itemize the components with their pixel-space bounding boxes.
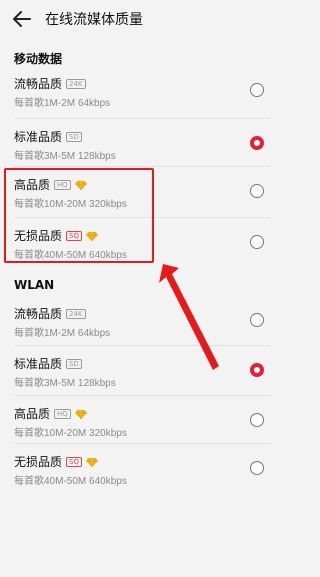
option-row-wlan-smooth[interactable]: 流畅品质 24K 每首歌1M-2M 64kbps [0, 296, 284, 348]
option-desc: 每首歌1M-2M 64kbps [14, 328, 111, 339]
option-title: 标准品质 SD [14, 128, 82, 145]
page-title: 在线流媒体质量 [45, 12, 143, 28]
option-desc: 每首歌3M-5M 128kbps [14, 151, 116, 162]
annotation-arrow-icon [159, 264, 219, 370]
option-title: 高品质 HQ [14, 405, 87, 422]
quality-badge: SD [66, 131, 82, 142]
header: 在线流媒体质量 [0, 0, 284, 38]
quality-badge: 24K [66, 308, 86, 319]
diamond-icon [74, 409, 87, 419]
radio-button-selected[interactable] [250, 363, 264, 377]
option-name: 流畅品质 [14, 307, 63, 321]
option-name: 无损品质 [14, 455, 63, 469]
option-desc: 每首歌1M-2M 64kbps [14, 98, 111, 109]
section-label-wlan: WLAN [14, 278, 55, 292]
option-title: 无损品质 SQ [14, 453, 98, 470]
option-title: 流畅品质 24K [14, 75, 86, 92]
option-row-mobile-standard[interactable]: 标准品质 SD 每首歌3M-5M 128kbps [0, 119, 284, 171]
annotation-highlight-box [4, 168, 154, 263]
option-name: 高品质 [14, 407, 51, 421]
option-name: 标准品质 [14, 357, 63, 371]
section-label-mobile-data: 移动数据 [14, 52, 63, 66]
radio-button[interactable] [250, 235, 264, 249]
radio-button[interactable] [250, 313, 264, 327]
option-name: 流畅品质 [14, 77, 63, 91]
option-row-wlan-lossless[interactable]: 无损品质 SQ 每首歌40M-50M 640kbps [0, 444, 284, 496]
option-title: 标准品质 SD [14, 355, 82, 372]
option-row-wlan-high[interactable]: 高品质 HQ 每首歌10M-20M 320kbps [0, 396, 284, 448]
radio-button-selected[interactable] [250, 136, 264, 150]
diamond-icon [85, 457, 98, 467]
quality-badge: SD [66, 358, 82, 369]
radio-button[interactable] [250, 413, 264, 427]
option-desc: 每首歌3M-5M 128kbps [14, 378, 116, 389]
radio-button[interactable] [250, 83, 264, 97]
back-arrow-icon[interactable] [10, 7, 34, 31]
radio-button[interactable] [250, 184, 264, 198]
option-desc: 每首歌40M-50M 640kbps [14, 476, 127, 487]
quality-badge: HQ [54, 408, 71, 419]
option-title: 流畅品质 24K [14, 305, 86, 322]
option-name: 标准品质 [14, 130, 63, 144]
radio-button[interactable] [250, 461, 264, 475]
option-desc: 每首歌10M-20M 320kbps [14, 428, 127, 439]
option-row-wlan-standard[interactable]: 标准品质 SD 每首歌3M-5M 128kbps [0, 346, 284, 398]
option-row-mobile-smooth[interactable]: 流畅品质 24K 每首歌1M-2M 64kbps [0, 66, 284, 118]
quality-badge: 24K [66, 78, 86, 89]
quality-badge: SQ [66, 456, 82, 467]
